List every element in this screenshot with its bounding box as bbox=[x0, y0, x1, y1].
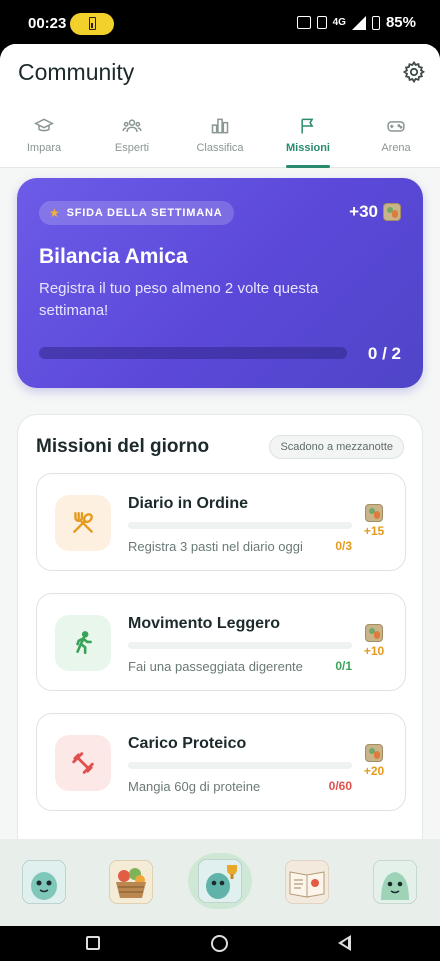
mission-card[interactable]: Diario in Ordine Registra 3 pasti nel di… bbox=[36, 473, 406, 571]
tab-label: Esperti bbox=[114, 142, 150, 154]
battery-percent: 85% bbox=[385, 14, 416, 31]
page-title: Community bbox=[18, 59, 135, 85]
tab-label: Classifica bbox=[196, 142, 244, 154]
mission-description: Mangia 60g di proteine bbox=[128, 779, 261, 794]
mission-progress-count: 0/1 bbox=[335, 659, 352, 673]
challenge-progress-count: 0 / 2 bbox=[367, 344, 401, 363]
mission-reward: +10 bbox=[361, 624, 387, 658]
reward-points: +10 bbox=[363, 644, 385, 658]
reward-points: +30 bbox=[349, 202, 378, 221]
tab-esperti[interactable]: Esperti bbox=[88, 116, 176, 168]
system-nav-bar bbox=[0, 926, 440, 961]
challenge-progress-bar bbox=[39, 347, 347, 359]
tab-missioni[interactable]: Missioni bbox=[264, 116, 352, 168]
mission-progress-count: 0/3 bbox=[335, 539, 352, 553]
nav-mascot-trophy[interactable] bbox=[188, 853, 252, 909]
mission-title: Diario in Ordine bbox=[128, 495, 249, 512]
mission-progress-count: 0/60 bbox=[328, 779, 352, 793]
expiry-badge: Scadono a mezzanotte bbox=[269, 435, 404, 459]
tab-label: Impara bbox=[26, 142, 62, 154]
reward-token-icon bbox=[365, 744, 383, 762]
reward-points: +20 bbox=[363, 764, 385, 778]
app-screen: Community Impara Esperti Classifica Miss… bbox=[0, 44, 440, 926]
reward-token-icon bbox=[383, 203, 401, 221]
tab-label: Arena bbox=[381, 142, 411, 154]
battery-icon bbox=[89, 17, 96, 30]
tab-label: Missioni bbox=[285, 142, 330, 154]
fork-spoon-icon bbox=[73, 512, 93, 533]
hd-icon bbox=[296, 16, 311, 29]
challenge-title: Bilancia Amica bbox=[39, 245, 188, 268]
mascot-profile-icon bbox=[373, 860, 417, 904]
reward-token-icon bbox=[365, 504, 383, 522]
status-bar: 00:23 4G 85% bbox=[0, 0, 440, 44]
people-icon bbox=[122, 119, 142, 132]
gear-icon[interactable] bbox=[402, 60, 426, 84]
walking-person-icon bbox=[76, 631, 92, 655]
signal-icon bbox=[351, 15, 366, 30]
weekly-challenge-card[interactable]: ★ SFIDA DELLA SETTIMANA +30 Bilancia Ami… bbox=[17, 178, 423, 388]
challenge-reward: +30 bbox=[349, 202, 401, 222]
gamepad-icon bbox=[387, 121, 405, 132]
back-button-inner bbox=[342, 939, 348, 947]
challenge-description: Registra il tuo peso almeno 2 volte ques… bbox=[39, 280, 319, 319]
mission-icon-tile bbox=[55, 615, 111, 671]
mission-reward: +20 bbox=[361, 744, 387, 778]
flag-icon bbox=[301, 118, 314, 134]
mission-progress-bar bbox=[128, 762, 352, 769]
tab-classifica[interactable]: Classifica bbox=[176, 116, 264, 168]
trophy-mascot-icon bbox=[198, 859, 242, 903]
badge-label: SFIDA DELLA SETTIMANA bbox=[66, 207, 223, 219]
top-bar: Community Impara Esperti Classifica Miss… bbox=[0, 44, 440, 168]
mission-card[interactable]: Carico Proteico Mangia 60g di proteine 0… bbox=[36, 713, 406, 811]
daily-missions-panel: Missioni del giorno Scadono a mezzanotte… bbox=[17, 414, 423, 854]
daily-missions-title: Missioni del giorno bbox=[36, 436, 210, 457]
bottom-nav bbox=[0, 839, 440, 926]
tab-arena[interactable]: Arena bbox=[352, 116, 440, 168]
home-button[interactable] bbox=[211, 935, 228, 952]
network-type: 4G bbox=[332, 17, 346, 28]
tab-bar: Impara Esperti Classifica Missioni Arena bbox=[0, 116, 440, 168]
tab-indicator bbox=[286, 165, 330, 168]
recents-button[interactable] bbox=[86, 936, 100, 950]
mission-title: Carico Proteico bbox=[128, 735, 247, 752]
mission-description: Registra 3 pasti nel diario oggi bbox=[128, 539, 303, 554]
weekly-challenge-badge: ★ SFIDA DELLA SETTIMANA bbox=[39, 201, 235, 225]
reward-points: +15 bbox=[363, 524, 385, 538]
status-time: 00:23 bbox=[28, 15, 67, 32]
bar-chart-icon bbox=[211, 118, 229, 134]
graduation-cap-icon bbox=[34, 118, 54, 132]
dumbbell-icon bbox=[72, 752, 94, 774]
mission-description: Fai una passeggiata digerente bbox=[128, 659, 303, 674]
mission-reward: +15 bbox=[361, 504, 387, 538]
reward-token-icon bbox=[365, 624, 383, 642]
food-basket-icon bbox=[109, 860, 153, 904]
mission-card[interactable]: Movimento Leggero Fai una passeggiata di… bbox=[36, 593, 406, 691]
battery-level-icon bbox=[371, 15, 380, 30]
nav-recipe-book[interactable] bbox=[284, 859, 330, 905]
mascot-icon bbox=[22, 860, 66, 904]
battery-saver-indicator bbox=[70, 13, 114, 35]
mission-icon-tile bbox=[55, 735, 111, 791]
nav-mascot-home[interactable] bbox=[21, 859, 67, 905]
mission-progress-bar bbox=[128, 642, 352, 649]
recipe-book-icon bbox=[285, 860, 329, 904]
mission-title: Movimento Leggero bbox=[128, 615, 281, 632]
mission-icon-tile bbox=[55, 495, 111, 551]
nav-food-basket[interactable] bbox=[108, 859, 154, 905]
mission-progress-bar bbox=[128, 522, 352, 529]
tab-impara[interactable]: Impara bbox=[0, 116, 88, 168]
star-icon: ★ bbox=[49, 206, 61, 220]
nav-mascot-profile[interactable] bbox=[372, 859, 418, 905]
status-icons: 4G 85% bbox=[296, 14, 416, 31]
vibrate-icon bbox=[316, 16, 327, 29]
